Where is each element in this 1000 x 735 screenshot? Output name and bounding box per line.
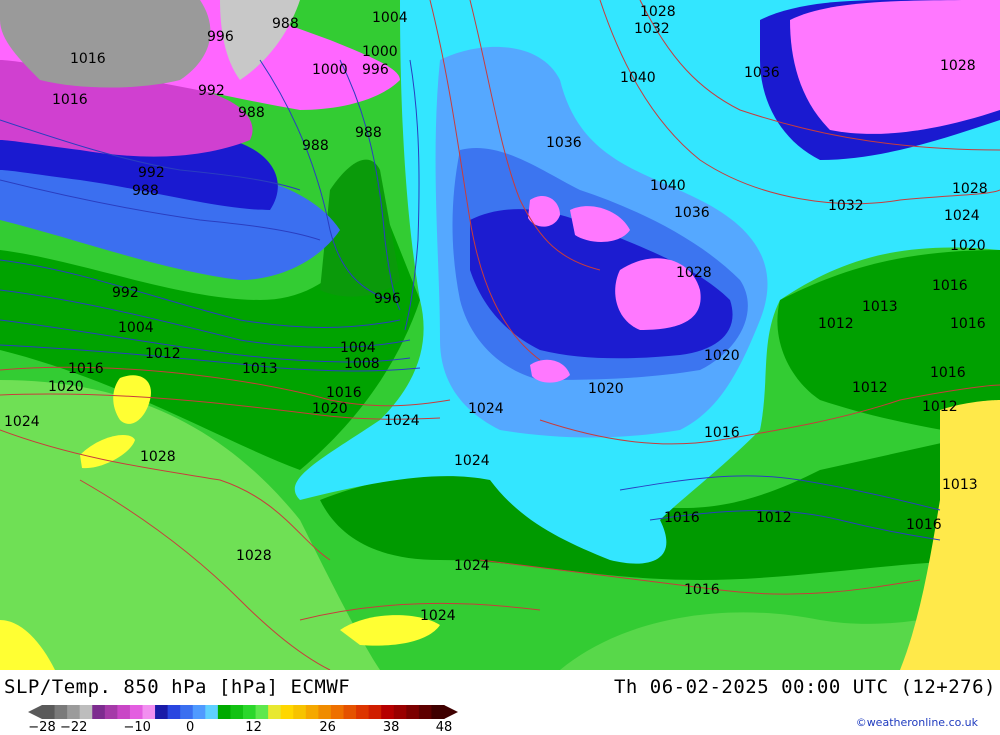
isobar-label: 988 xyxy=(355,125,382,141)
isobar-label: 1016 xyxy=(930,365,966,381)
colorbar-right-arrow xyxy=(444,705,458,719)
isobar-label: 1020 xyxy=(312,401,348,417)
isobar-label: 1036 xyxy=(546,135,582,151)
isobar-label: 1016 xyxy=(950,316,986,332)
colorbar-swatch xyxy=(418,705,432,719)
isobar-label: 1016 xyxy=(70,51,106,67)
colorbar-swatch xyxy=(142,705,156,719)
colorbar-swatch xyxy=(217,705,231,719)
colorbar-swatch xyxy=(230,705,244,719)
isobar-label: 1024 xyxy=(944,208,980,224)
colorbar-swatch xyxy=(356,705,370,719)
colorbar-swatch xyxy=(79,705,93,719)
colorbar-swatch xyxy=(167,705,181,719)
map-title: SLP/Temp. 850 hPa [hPa] ECMWF xyxy=(4,676,351,698)
colorbar-swatch xyxy=(368,705,382,719)
colorbar-swatch xyxy=(155,705,169,719)
isobar-label: 1013 xyxy=(942,477,978,493)
isobar-label: 1028 xyxy=(640,4,676,20)
colorbar-swatch xyxy=(192,705,206,719)
colorbar-swatch xyxy=(330,705,344,719)
colorbar-swatch xyxy=(293,705,307,719)
colorbar-swatch xyxy=(406,705,420,719)
colorbar-swatch xyxy=(255,705,269,719)
isobar-label: 1016 xyxy=(906,517,942,533)
isobar-label: 1028 xyxy=(952,181,988,197)
weather-map: 1016 996 988 1004 1000 996 1000 1016 101… xyxy=(0,0,1000,670)
colorbar-swatch xyxy=(92,705,106,719)
isobar-label: 1012 xyxy=(922,399,958,415)
isobar-label: 1013 xyxy=(242,361,278,377)
colorbar-swatch xyxy=(243,705,257,719)
isobar-label: 1020 xyxy=(704,348,740,364)
isobar-label: 992 xyxy=(112,285,139,301)
isobar-label: 996 xyxy=(207,29,234,45)
isobar-label: 1040 xyxy=(650,178,686,194)
colorbar-left-arrow xyxy=(28,705,42,719)
colorbar-swatch xyxy=(381,705,395,719)
isobar-label: 1032 xyxy=(828,198,864,214)
isobar-label: 1040 xyxy=(620,70,656,86)
isobar-label: 1016 xyxy=(684,582,720,598)
isobar-label: 1024 xyxy=(468,401,504,417)
isobar-label: 996 xyxy=(362,62,389,78)
isobar-label: 1020 xyxy=(588,381,624,397)
credit-link[interactable]: ©weatheronline.co.uk xyxy=(856,716,978,729)
map-valid-time: Th 06-02-2025 00:00 UTC (12+276) xyxy=(613,676,996,698)
isobar-label: 996 xyxy=(374,291,401,307)
isobar-label: 1016 xyxy=(68,361,104,377)
isobar-label: 1024 xyxy=(454,453,490,469)
isobar-label: 1020 xyxy=(950,238,986,254)
colorbar-swatch xyxy=(305,705,319,719)
isobar-label: 1024 xyxy=(4,414,40,430)
isobar-label: 1024 xyxy=(420,608,456,624)
colorbar-swatch xyxy=(180,705,194,719)
colorbar-swatch xyxy=(42,705,56,719)
isobar-label: 1004 xyxy=(372,10,408,26)
colorbar-swatch xyxy=(67,705,81,719)
colorbar-swatch xyxy=(129,705,143,719)
isobar-label: 1012 xyxy=(818,316,854,332)
isobar-label: 1036 xyxy=(674,205,710,221)
isobar-label: 1016 xyxy=(664,510,700,526)
colorbar-swatch xyxy=(54,705,68,719)
isobar-label: 988 xyxy=(238,105,265,121)
isobar-label: 1036 xyxy=(744,65,780,81)
isobar-label: 1000 xyxy=(312,62,348,78)
colorbar-swatch xyxy=(318,705,332,719)
isobar-label: 988 xyxy=(302,138,329,154)
colorbar-swatch xyxy=(280,705,294,719)
colorbar-swatch xyxy=(431,705,445,719)
isobar-label: 1016 xyxy=(932,278,968,294)
isobar-label: 1028 xyxy=(676,265,712,281)
colorbar-swatch xyxy=(104,705,118,719)
isobar-label: 992 xyxy=(198,83,225,99)
isobar-label: 1012 xyxy=(145,346,181,362)
colorbar-swatch xyxy=(117,705,131,719)
colorbar-swatch xyxy=(343,705,357,719)
isobar-label: 1008 xyxy=(344,356,380,372)
isobar-label: 1028 xyxy=(940,58,976,74)
isobar-label: 1004 xyxy=(340,340,376,356)
colorbar-swatch xyxy=(268,705,282,719)
colorbar-swatch xyxy=(205,705,219,719)
isobar-label: 1020 xyxy=(48,379,84,395)
isobar-label: 1028 xyxy=(236,548,272,564)
colorbar-swatch xyxy=(393,705,407,719)
isobar-label: 1028 xyxy=(140,449,176,465)
isobar-label: 1000 xyxy=(362,44,398,60)
isobar-label: 988 xyxy=(132,183,159,199)
isobar-label: 1016 xyxy=(326,385,362,401)
isobar-label: 1012 xyxy=(852,380,888,396)
isobar-label: 1004 xyxy=(118,320,154,336)
isobar-label: 992 xyxy=(138,165,165,181)
isobar-label: 988 xyxy=(272,16,299,32)
isobar-label: 1032 xyxy=(634,21,670,37)
temperature-colorbar xyxy=(28,705,458,719)
isobar-label: 1013 xyxy=(862,299,898,315)
isobar-label: 1012 xyxy=(756,510,792,526)
